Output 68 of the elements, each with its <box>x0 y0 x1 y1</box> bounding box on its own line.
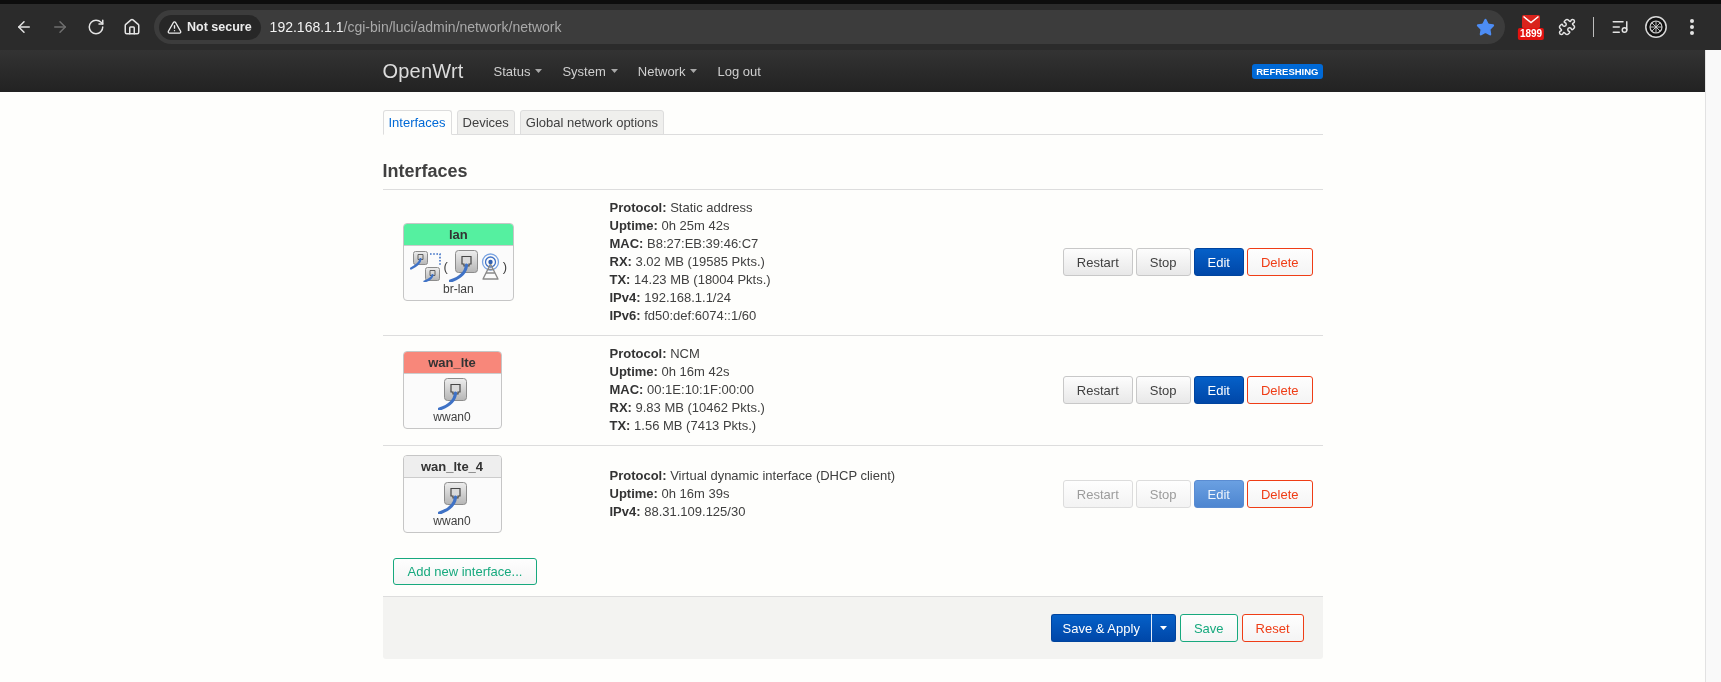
tab[interactable]: Devices <box>456 110 515 135</box>
ethernet-port-icon <box>437 482 467 514</box>
caret-icon <box>610 69 618 73</box>
delete-button[interactable]: Delete <box>1246 480 1313 508</box>
brand-link[interactable]: OpenWrt <box>382 59 464 83</box>
interface-detail: MAC: B8:27:EB:39:46:C7 <box>609 235 759 253</box>
address-bar[interactable]: Not secure 192.168.1.1/cgi-bin/luci/admin/network/network <box>154 10 1505 44</box>
avatar-icon <box>1645 16 1667 38</box>
bracket-text: ) <box>502 258 508 274</box>
caret-icon <box>535 69 543 73</box>
bracket-text: ( <box>443 258 448 274</box>
interface-name: lan <box>403 224 514 246</box>
mail-extension-button[interactable]: 1899 <box>1515 11 1547 43</box>
save-apply-button[interactable]: Save & Apply <box>1050 614 1151 642</box>
interface-detail: RX: 9.83 MB (10462 Pkts.) <box>609 399 765 417</box>
interface-detail: Protocol: Virtual dynamic interface (DHCP client) <box>609 467 896 485</box>
edit-button[interactable]: Edit <box>1193 376 1244 404</box>
arrow-right-icon <box>51 18 69 36</box>
tab[interactable]: Interfaces <box>382 110 452 135</box>
scrollbar-track[interactable] <box>1705 50 1721 682</box>
interface-detail: TX: 1.56 MB (7413 Pkts.) <box>609 417 757 435</box>
puzzle-icon <box>1558 18 1576 36</box>
url-text: 192.168.1.1/cgi-bin/luci/admin/network/network <box>269 19 562 35</box>
ethernet-port-icon <box>448 250 478 282</box>
interface-detail: TX: 14.23 MB (18004 Pkts.) <box>609 271 771 289</box>
notification-badge: 1899 <box>1517 28 1545 40</box>
reset-button[interactable]: Reset <box>1241 614 1304 642</box>
warning-icon <box>167 19 182 35</box>
interface-detail: IPv4: 192.168.1.1/24 <box>609 289 731 307</box>
nav-menu-link[interactable]: Network <box>627 50 708 92</box>
security-chip[interactable]: Not secure <box>159 14 261 40</box>
interface-detail: MAC: 00:1E:10:1F:00:00 <box>609 381 755 399</box>
ethernet-port-icon <box>437 378 467 410</box>
envelope-icon <box>1522 14 1540 28</box>
interface-detail: Uptime: 0h 16m 42s <box>609 363 730 381</box>
tab[interactable]: Global network options <box>519 110 665 135</box>
dropdown-toggle-button[interactable] <box>1150 614 1176 642</box>
stop-button[interactable]: Stop <box>1135 248 1191 276</box>
caret-icon <box>1159 626 1167 630</box>
playlist-icon <box>1611 18 1629 36</box>
nav-menu-link[interactable]: System <box>552 50 628 92</box>
status-badge: REFRESHING <box>1252 63 1323 79</box>
interface-name: wan_lte <box>403 352 501 374</box>
interface-detail: RX: 3.02 MB (19585 Pkts.) <box>609 253 765 271</box>
restart-button[interactable]: Restart <box>1062 248 1133 276</box>
interface-detail: Uptime: 0h 25m 42s <box>609 217 730 235</box>
section-heading: Interfaces <box>382 160 469 182</box>
bridge-icon <box>409 250 443 282</box>
home-icon <box>123 18 141 36</box>
reload-icon <box>87 18 105 36</box>
caret-icon <box>690 69 698 73</box>
restart-button[interactable]: Restart <box>1062 376 1133 404</box>
device-name: br-lan <box>443 282 474 297</box>
edit-button[interactable]: Edit <box>1193 248 1244 276</box>
interface-detail: IPv4: 88.31.109.125/30 <box>609 503 746 521</box>
delete-button[interactable]: Delete <box>1246 376 1313 404</box>
nav-menu-link[interactable]: Log out <box>707 50 771 92</box>
device-name: wwan0 <box>433 410 471 425</box>
interface-detail: Protocol: NCM <box>609 345 700 363</box>
stop-button[interactable]: Stop <box>1135 376 1191 404</box>
device-name: wwan0 <box>433 514 471 529</box>
interface-detail: Uptime: 0h 16m 39s <box>609 485 730 503</box>
interface-detail: Protocol: Static address <box>609 199 753 217</box>
delete-button[interactable]: Delete <box>1246 248 1313 276</box>
interface-detail: IPv6: fd50:def:6074::1/60 <box>609 307 757 325</box>
interface-name: wan_lte_4 <box>403 456 501 478</box>
nav-menu-link[interactable]: Status <box>483 50 553 92</box>
more-icon <box>1690 19 1694 35</box>
